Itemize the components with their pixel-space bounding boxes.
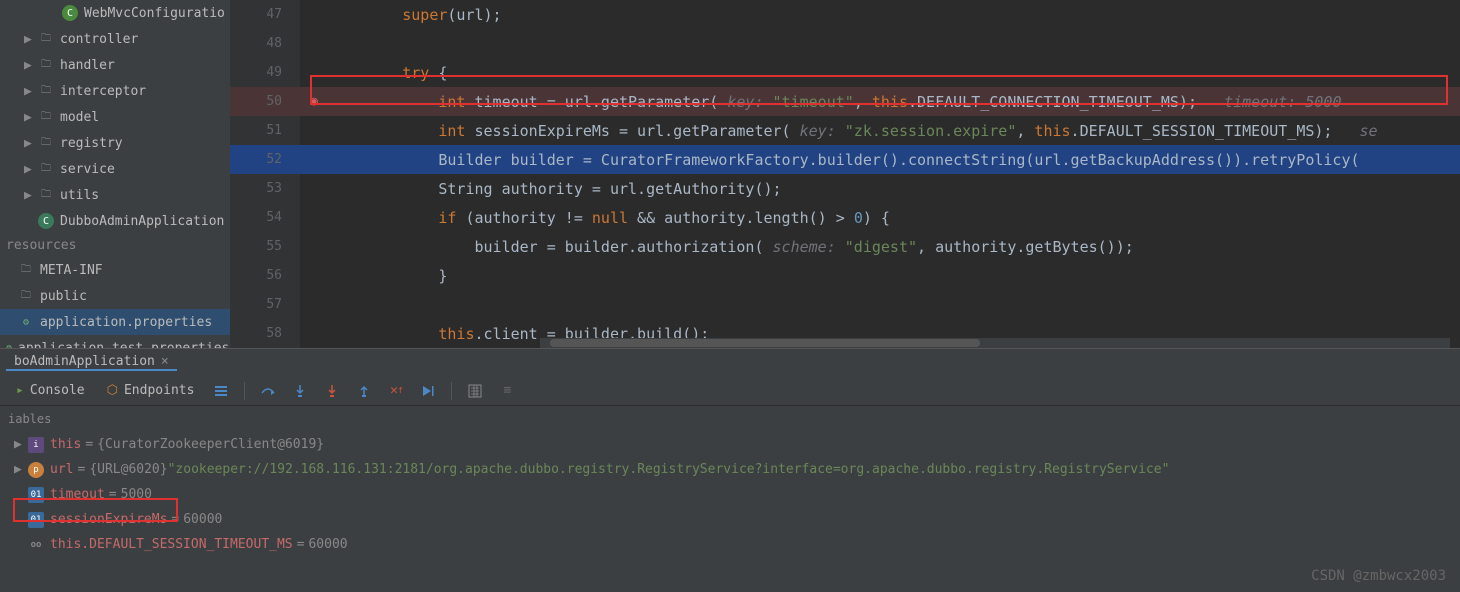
variable-row[interactable]: ▶ithis = {CuratorZookeeperClient@6019} xyxy=(8,432,1452,457)
resources-header: resources xyxy=(0,234,230,257)
tree-item[interactable]: ⚙application-test.properties xyxy=(0,335,230,348)
project-tree[interactable]: CWebMvcConfiguratio▶🗀controller▶🗀handler… xyxy=(0,0,230,348)
code-line[interactable]: 57 xyxy=(230,290,1460,319)
tree-item[interactable]: CWebMvcConfiguratio xyxy=(0,0,230,26)
line-number: 56 xyxy=(230,268,300,283)
code-line[interactable]: 49 try { xyxy=(230,58,1460,87)
tree-item[interactable]: ▶🗀handler xyxy=(0,52,230,78)
tree-item[interactable]: ▶🗀controller xyxy=(0,26,230,52)
endpoints-icon: ⬡ xyxy=(107,383,118,398)
settings-icon[interactable] xyxy=(208,380,234,402)
debug-toolbar: ▸ Console ⬡ Endpoints ✕f ≡ xyxy=(0,376,1460,406)
run-to-cursor-icon[interactable] xyxy=(415,380,441,402)
code-line[interactable]: 52 Builder builder = CuratorFrameworkFac… xyxy=(230,145,1460,174)
line-number: 57 xyxy=(230,297,300,312)
line-number: 51 xyxy=(230,123,300,138)
line-number: 55 xyxy=(230,239,300,254)
force-step-into-icon[interactable] xyxy=(319,380,345,402)
variables-header: iables xyxy=(8,410,1452,432)
tree-item[interactable]: ⚙application.properties xyxy=(0,309,230,335)
step-into-icon[interactable] xyxy=(287,380,313,402)
close-icon[interactable]: × xyxy=(161,354,169,369)
console-tab[interactable]: ▸ Console xyxy=(8,383,93,398)
variable-row[interactable]: ▶purl = {URL@6020} "zookeeper://192.168.… xyxy=(8,457,1452,482)
horizontal-scrollbar[interactable] xyxy=(540,338,1450,348)
code-line[interactable]: 54 if (authority != null && authority.le… xyxy=(230,203,1460,232)
line-number: 47 xyxy=(230,7,300,22)
tree-item[interactable]: ▶🗀registry xyxy=(0,130,230,156)
line-number: 52 xyxy=(230,152,300,167)
drop-frame-icon[interactable]: ✕f xyxy=(383,380,409,402)
line-number: 49 xyxy=(230,65,300,80)
line-number: 50 xyxy=(230,94,300,109)
line-number: 48 xyxy=(230,36,300,51)
code-line[interactable]: 51 int sessionExpireMs = url.getParamete… xyxy=(230,116,1460,145)
tree-item[interactable]: 🗀META-INF xyxy=(0,257,230,283)
evaluate-icon[interactable] xyxy=(462,380,488,402)
line-number: 54 xyxy=(230,210,300,225)
step-over-icon[interactable] xyxy=(255,380,281,402)
console-icon: ▸ xyxy=(16,383,24,398)
run-tabbar[interactable]: boAdminApplication × xyxy=(0,348,1460,376)
line-number: 58 xyxy=(230,326,300,341)
variable-row[interactable]: 01timeout = 5000 xyxy=(8,482,1452,507)
breakpoint-icon[interactable]: ◉ xyxy=(305,94,323,109)
variable-row[interactable]: 01sessionExpireMs = 60000 xyxy=(8,507,1452,532)
tree-item[interactable]: ▶🗀model xyxy=(0,104,230,130)
code-line[interactable]: 56 } xyxy=(230,261,1460,290)
endpoints-tab[interactable]: ⬡ Endpoints xyxy=(99,383,203,398)
trace-icon[interactable]: ≡ xyxy=(494,380,520,402)
code-line[interactable]: 55 builder = builder.authorization( sche… xyxy=(230,232,1460,261)
tree-item[interactable]: ▶🗀utils xyxy=(0,182,230,208)
code-line[interactable]: 50◉ int timeout = url.getParameter( key:… xyxy=(230,87,1460,116)
tree-item[interactable]: ▶🗀service xyxy=(0,156,230,182)
line-number: 53 xyxy=(230,181,300,196)
code-line[interactable]: 53 String authority = url.getAuthority()… xyxy=(230,174,1460,203)
tree-item[interactable]: 🗀public xyxy=(0,283,230,309)
code-line[interactable]: 48 xyxy=(230,29,1460,58)
code-editor[interactable]: 47 super(url);4849 try {50◉ int timeout … xyxy=(230,0,1460,348)
tree-item[interactable]: ▶🗀interceptor xyxy=(0,78,230,104)
step-out-icon[interactable] xyxy=(351,380,377,402)
run-tab[interactable]: boAdminApplication × xyxy=(6,354,177,371)
watermark: CSDN @zmbwcx2003 xyxy=(1311,568,1446,584)
run-tab-label: boAdminApplication xyxy=(14,354,155,369)
tree-item[interactable]: CDubboAdminApplication xyxy=(0,208,230,234)
code-line[interactable]: 47 super(url); xyxy=(230,0,1460,29)
variables-panel[interactable]: iables ▶ithis = {CuratorZookeeperClient@… xyxy=(0,406,1460,592)
variable-row[interactable]: oothis.DEFAULT_SESSION_TIMEOUT_MS = 6000… xyxy=(8,532,1452,557)
